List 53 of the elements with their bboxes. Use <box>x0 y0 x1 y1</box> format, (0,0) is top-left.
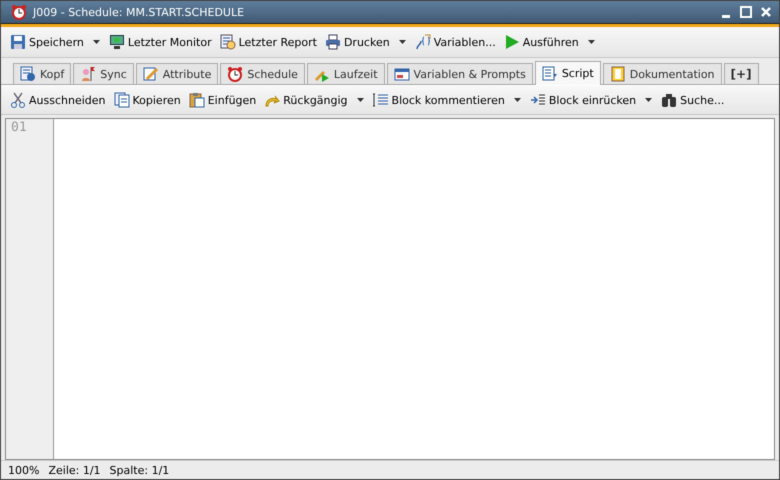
toolbar-button[interactable]: Block einrücken <box>526 90 640 110</box>
play-icon <box>504 34 520 50</box>
toolbar-button[interactable]: Variablen... <box>412 32 499 52</box>
tab[interactable]: Schedule <box>220 63 305 84</box>
notebook-icon <box>610 66 626 82</box>
pencil-document-icon <box>142 66 159 82</box>
toolbar-button[interactable]: Einfügen <box>186 90 260 110</box>
toolbar-button[interactable]: Letzter Report <box>216 32 320 52</box>
status-text: Spalte: 1/1 <box>110 464 170 476</box>
person-flag-icon <box>80 66 96 82</box>
monitor-icon <box>108 34 125 50</box>
printer-icon <box>324 34 341 50</box>
toolbar-button[interactable]: Letzter Monitor <box>106 32 215 52</box>
toolbar-button[interactable]: Rückgängig <box>261 90 351 110</box>
toolbar-button[interactable]: Drucken <box>322 32 393 52</box>
comment-lines-icon <box>372 92 389 108</box>
tab[interactable]: Sync <box>73 63 134 84</box>
toolbar-button[interactable]: Ausschneiden <box>7 90 108 110</box>
alarm-clock-icon <box>227 66 244 82</box>
tab[interactable]: Dokumentation <box>602 63 722 84</box>
tab[interactable]: Attribute <box>136 63 218 84</box>
close-icon <box>759 5 773 19</box>
clipboard-icon <box>188 92 205 108</box>
toolbar-button[interactable]: Kopieren <box>110 90 184 110</box>
copy-icon <box>114 92 130 108</box>
maximize-icon <box>739 5 753 19</box>
tab[interactable]: Kopf <box>13 63 72 84</box>
caret-icon <box>586 38 596 46</box>
report-clock-icon <box>220 34 236 50</box>
alarm-clock-icon <box>11 4 27 20</box>
toolbar-button[interactable]: Block kommentieren <box>370 90 508 110</box>
tab[interactable]: Script <box>534 61 601 85</box>
tab[interactable]: Laufzeit <box>306 63 385 84</box>
caret-icon <box>92 38 101 46</box>
window-icon <box>394 66 410 82</box>
tab[interactable]: Variablen & Prompts <box>386 63 533 84</box>
status-text: Zeile: 1/1 <box>48 464 101 476</box>
script-icon <box>542 66 558 82</box>
status-text: 100% <box>8 464 40 476</box>
toolbar-button[interactable]: Speichern <box>7 32 87 52</box>
toolbar-button[interactable]: Ausführen <box>500 32 582 52</box>
scissors-icon <box>10 92 26 108</box>
minimize-icon <box>722 15 730 18</box>
caret-icon <box>644 96 654 104</box>
caret-icon <box>356 96 365 104</box>
caret-icon <box>512 96 522 104</box>
caret-icon <box>398 38 407 46</box>
toolbar-button[interactable]: Suche... <box>658 90 728 110</box>
document-info-icon <box>20 66 36 82</box>
line-number-gutter: 01 <box>6 119 54 459</box>
window-title: J009 - Schedule: MM.START.SCHEDULE <box>33 6 246 18</box>
binoculars-icon <box>661 92 678 108</box>
tab[interactable]: [+] <box>724 63 759 84</box>
